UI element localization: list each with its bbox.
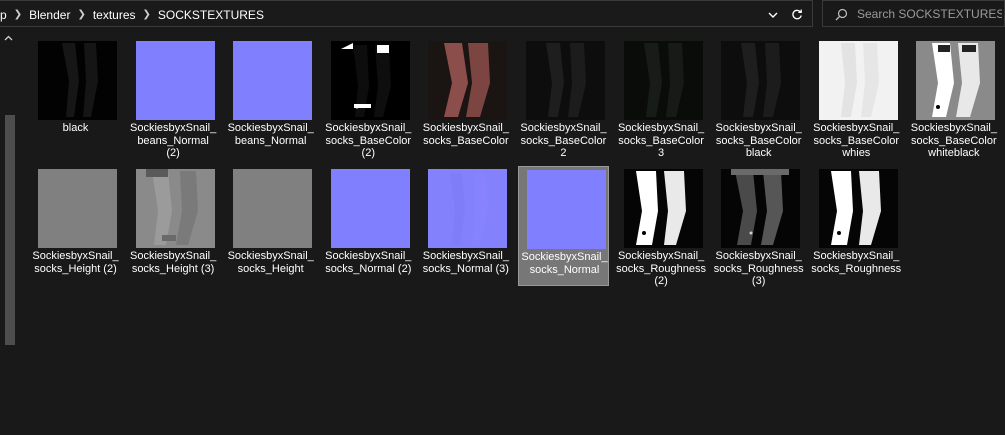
file-item[interactable]: SockiesbyxSnail_ socks_BaseColor (2) <box>323 38 414 159</box>
file-name-label: SockiesbyxSnail_ socks_Roughness <box>811 250 902 275</box>
file-thumbnail <box>623 169 703 248</box>
file-name-label: SockiesbyxSnail_ socks_Roughness (2) <box>616 250 706 287</box>
texture-preview-image <box>38 169 117 248</box>
texture-preview-image <box>233 169 313 248</box>
file-item[interactable]: SockiesbyxSnail_ socks_Normal (3) <box>420 166 511 286</box>
file-name-label: SockiesbyxSnail_ socks_Height <box>227 250 314 275</box>
refresh-icon <box>792 9 802 19</box>
file-item[interactable]: SockiesbyxSnail_ socks_Roughness (2) <box>616 166 707 287</box>
file-thumbnail <box>233 169 313 248</box>
file-item[interactable]: SockiesbyxSnail_ socks_BaseColor <box>420 38 511 158</box>
file-thumbnail <box>916 41 996 120</box>
file-thumbnail <box>330 169 410 248</box>
file-item[interactable]: SockiesbyxSnail_ socks_Height (3) <box>128 166 219 286</box>
file-name-label: SockiesbyxSnail_ socks_BaseColor <box>422 122 509 147</box>
texture-preview-image <box>818 41 898 120</box>
file-name-label: SockiesbyxSnail_ socks_Roughness (3) <box>713 250 804 287</box>
refresh-button[interactable] <box>786 1 808 28</box>
file-item[interactable]: SockiesbyxSnail_ socks_BaseColor 2 <box>518 38 609 159</box>
file-item[interactable]: SockiesbyxSnail_ socks_Roughness <box>811 166 902 286</box>
navigation-pane-scrollbar[interactable] <box>0 30 18 435</box>
file-name-label: SockiesbyxSnail_ socks_Normal (3) <box>422 250 509 275</box>
file-item[interactable]: SockiesbyxSnail_ beans_Normal <box>225 38 316 158</box>
search-icon <box>835 8 848 21</box>
file-thumbnail <box>428 169 508 248</box>
texture-preview-image <box>38 41 117 120</box>
file-name-label: black <box>62 122 89 134</box>
scrollbar-thumb[interactable] <box>5 115 15 345</box>
texture-preview-image <box>623 41 703 120</box>
texture-preview-image <box>233 41 313 120</box>
file-name-label: SockiesbyxSnail_ socks_Height (3) <box>129 250 217 275</box>
search-box[interactable] <box>822 0 1005 27</box>
file-name-label: SockiesbyxSnail_ beans_Normal <box>227 122 314 147</box>
texture-preview-image <box>428 41 508 120</box>
file-name-label: SockiesbyxSnail_ socks_Height (2) <box>32 250 119 275</box>
address-dropdown-button[interactable] <box>762 1 784 28</box>
file-name-label: SockiesbyxSnail_ socks_BaseColor 3 <box>617 122 705 159</box>
file-thumbnail <box>526 170 606 249</box>
address-toolbar: p ❯ Blender ❯ textures ❯ SOCKSTEXTURES <box>0 0 1005 30</box>
file-name-label: SockiesbyxSnail_ socks_BaseColor black <box>715 122 802 159</box>
file-item[interactable]: black <box>30 38 121 158</box>
file-name-label: SockiesbyxSnail_ beans_Normal (2) <box>129 122 217 159</box>
file-item[interactable]: SockiesbyxSnail_ beans_Normal (2) <box>128 38 219 159</box>
file-item[interactable]: SockiesbyxSnail_ socks_BaseColor 3 <box>616 38 707 159</box>
texture-preview-image <box>721 41 801 120</box>
file-thumbnail <box>135 41 215 120</box>
file-thumbnail <box>623 41 703 120</box>
search-input[interactable] <box>857 1 1002 26</box>
texture-preview-image <box>428 169 508 248</box>
file-item[interactable]: SockiesbyxSnail_ socks_Normal (2) <box>323 166 414 286</box>
texture-preview-image <box>818 169 898 248</box>
texture-preview-image <box>525 41 605 120</box>
file-thumbnail <box>525 41 605 120</box>
file-grid: black SockiesbyxSnail_ beans_Normal (2) So… <box>30 38 1005 294</box>
file-thumbnail <box>233 41 313 120</box>
texture-preview-image <box>623 169 703 248</box>
file-thumbnail <box>428 41 508 120</box>
texture-preview-image <box>330 169 410 248</box>
texture-preview-image <box>135 169 215 248</box>
breadcrumb-separator-icon[interactable]: ❯ <box>139 9 155 20</box>
file-item[interactable]: SockiesbyxSnail_ socks_Normal <box>517 166 609 286</box>
chevron-down-icon <box>768 12 778 18</box>
file-item[interactable]: SockiesbyxSnail_ socks_Height <box>225 166 316 286</box>
breadcrumb-item-textures[interactable]: textures <box>90 8 139 22</box>
file-name-label: SockiesbyxSnail_ socks_BaseColor 2 <box>520 122 607 159</box>
texture-preview-image <box>330 41 410 120</box>
file-thumbnail <box>818 169 898 248</box>
texture-preview-image <box>526 170 606 249</box>
file-thumbnail <box>818 41 898 120</box>
file-name-label: SockiesbyxSnail_ socks_Normal <box>521 251 608 276</box>
file-name-label: SockiesbyxSnail_ socks_Normal (2) <box>325 250 412 275</box>
breadcrumb-separator-icon[interactable]: ❯ <box>10 9 26 20</box>
breadcrumb: p ❯ Blender ❯ textures ❯ SOCKSTEXTURES <box>0 1 267 28</box>
file-thumbnail <box>721 169 801 248</box>
breadcrumb-item-current-folder[interactable]: SOCKSTEXTURES <box>155 8 267 22</box>
file-item[interactable]: SockiesbyxSnail_ socks_Height (2) <box>30 166 121 286</box>
texture-preview-image <box>916 41 996 120</box>
file-thumbnail <box>330 41 410 120</box>
file-thumbnail <box>38 169 117 248</box>
texture-preview-image <box>721 169 801 248</box>
file-thumbnail <box>135 169 215 248</box>
file-name-label: SockiesbyxSnail_ socks_BaseColor whitebl… <box>910 122 997 159</box>
texture-preview-image <box>135 41 215 120</box>
breadcrumb-separator-icon[interactable]: ❯ <box>73 9 89 20</box>
file-name-label: SockiesbyxSnail_ socks_BaseColor whies <box>813 122 900 159</box>
scroll-up-arrow-icon[interactable] <box>4 35 13 41</box>
file-item[interactable]: SockiesbyxSnail_ socks_BaseColor whies <box>811 38 902 159</box>
breadcrumb-item-blender[interactable]: Blender <box>26 8 73 22</box>
file-name-label: SockiesbyxSnail_ socks_BaseColor (2) <box>325 122 412 159</box>
file-item[interactable]: SockiesbyxSnail_ socks_BaseColor black <box>713 38 804 159</box>
breadcrumb-item-parent[interactable]: p <box>0 8 10 22</box>
file-thumbnail <box>38 41 117 120</box>
address-bar[interactable]: p ❯ Blender ❯ textures ❯ SOCKSTEXTURES <box>0 0 813 27</box>
file-item[interactable]: SockiesbyxSnail_ socks_Roughness (3) <box>713 166 804 287</box>
file-item[interactable]: SockiesbyxSnail_ socks_BaseColor whitebl… <box>908 38 999 159</box>
file-view: black SockiesbyxSnail_ beans_Normal (2) So… <box>18 30 1005 435</box>
file-thumbnail <box>721 41 801 120</box>
